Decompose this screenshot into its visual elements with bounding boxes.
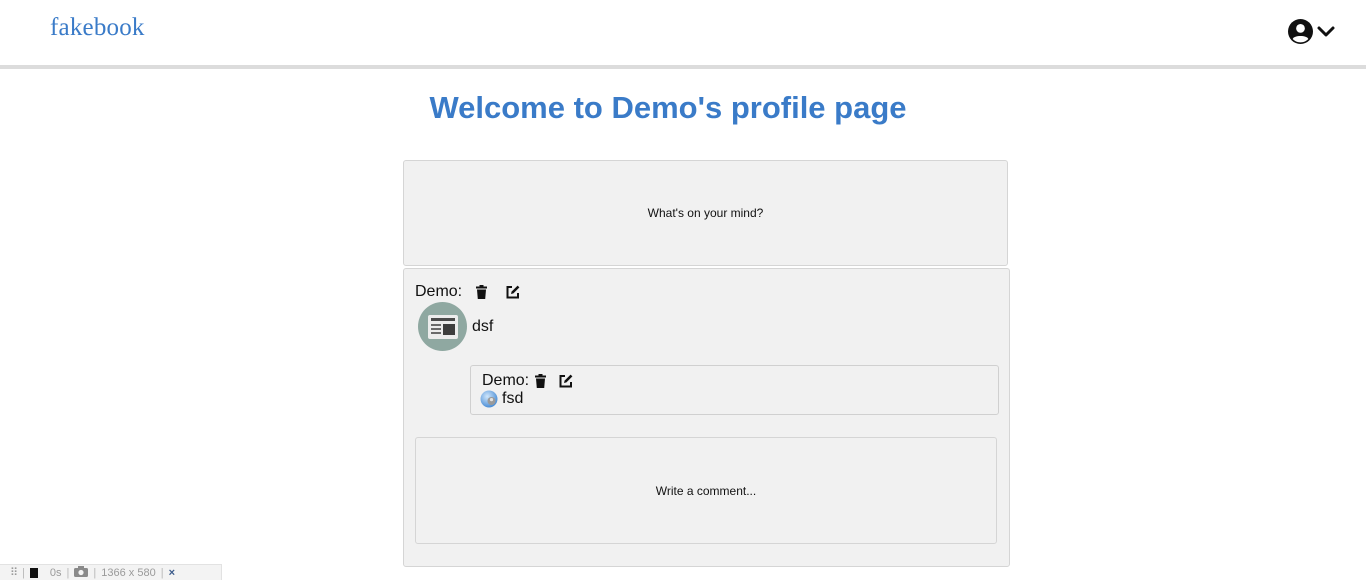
user-menu-button[interactable] — [1288, 19, 1336, 44]
trash-icon — [535, 374, 547, 388]
timer-label: 0s — [49, 566, 62, 579]
post-text: dsf — [472, 317, 494, 335]
comment-header: Demo: — [482, 372, 573, 390]
navbar: fakebook — [0, 0, 1366, 69]
chevron-down-icon — [1316, 25, 1336, 39]
comment-author: Demo: — [482, 372, 530, 389]
dev-toolbar: ⠿ | 0s | | 1366 x 580 | × — [0, 564, 222, 580]
edit-comment-button[interactable] — [559, 374, 573, 388]
camera-icon[interactable] — [74, 565, 89, 580]
post-composer-input[interactable]: What's on your mind? — [403, 160, 1008, 266]
comment-item: Demo: fsd — [470, 365, 999, 415]
page-title: Welcome to Demo's profile page — [429, 90, 907, 125]
comment-body: fsd — [480, 390, 523, 408]
edit-post-button[interactable] — [506, 285, 520, 299]
newspaper-icon — [427, 314, 458, 339]
logo-link[interactable]: fakebook — [50, 14, 145, 42]
write-comment-input[interactable]: Write a comment... — [415, 437, 997, 544]
record-indicator-icon — [29, 567, 38, 578]
viewport-size-label: 1366 x 580 — [101, 566, 156, 579]
post-header: Demo: — [415, 283, 520, 301]
close-icon[interactable]: × — [169, 567, 175, 579]
trash-icon — [476, 285, 488, 299]
delete-comment-button[interactable] — [535, 374, 547, 388]
post-avatar — [418, 302, 467, 351]
post-card: Demo: dsf Demo: fsd Write a comment... — [403, 268, 1010, 567]
post-author: Demo: — [415, 283, 463, 300]
comment-avatar — [480, 390, 498, 408]
edit-icon — [506, 285, 520, 299]
delete-post-button[interactable] — [476, 285, 488, 299]
user-circle-icon — [1288, 19, 1313, 44]
edit-icon — [559, 374, 573, 388]
comment-text: fsd — [502, 390, 524, 407]
post-body: dsf — [418, 302, 493, 351]
drag-handle-icon[interactable]: ⠿ — [10, 566, 18, 579]
